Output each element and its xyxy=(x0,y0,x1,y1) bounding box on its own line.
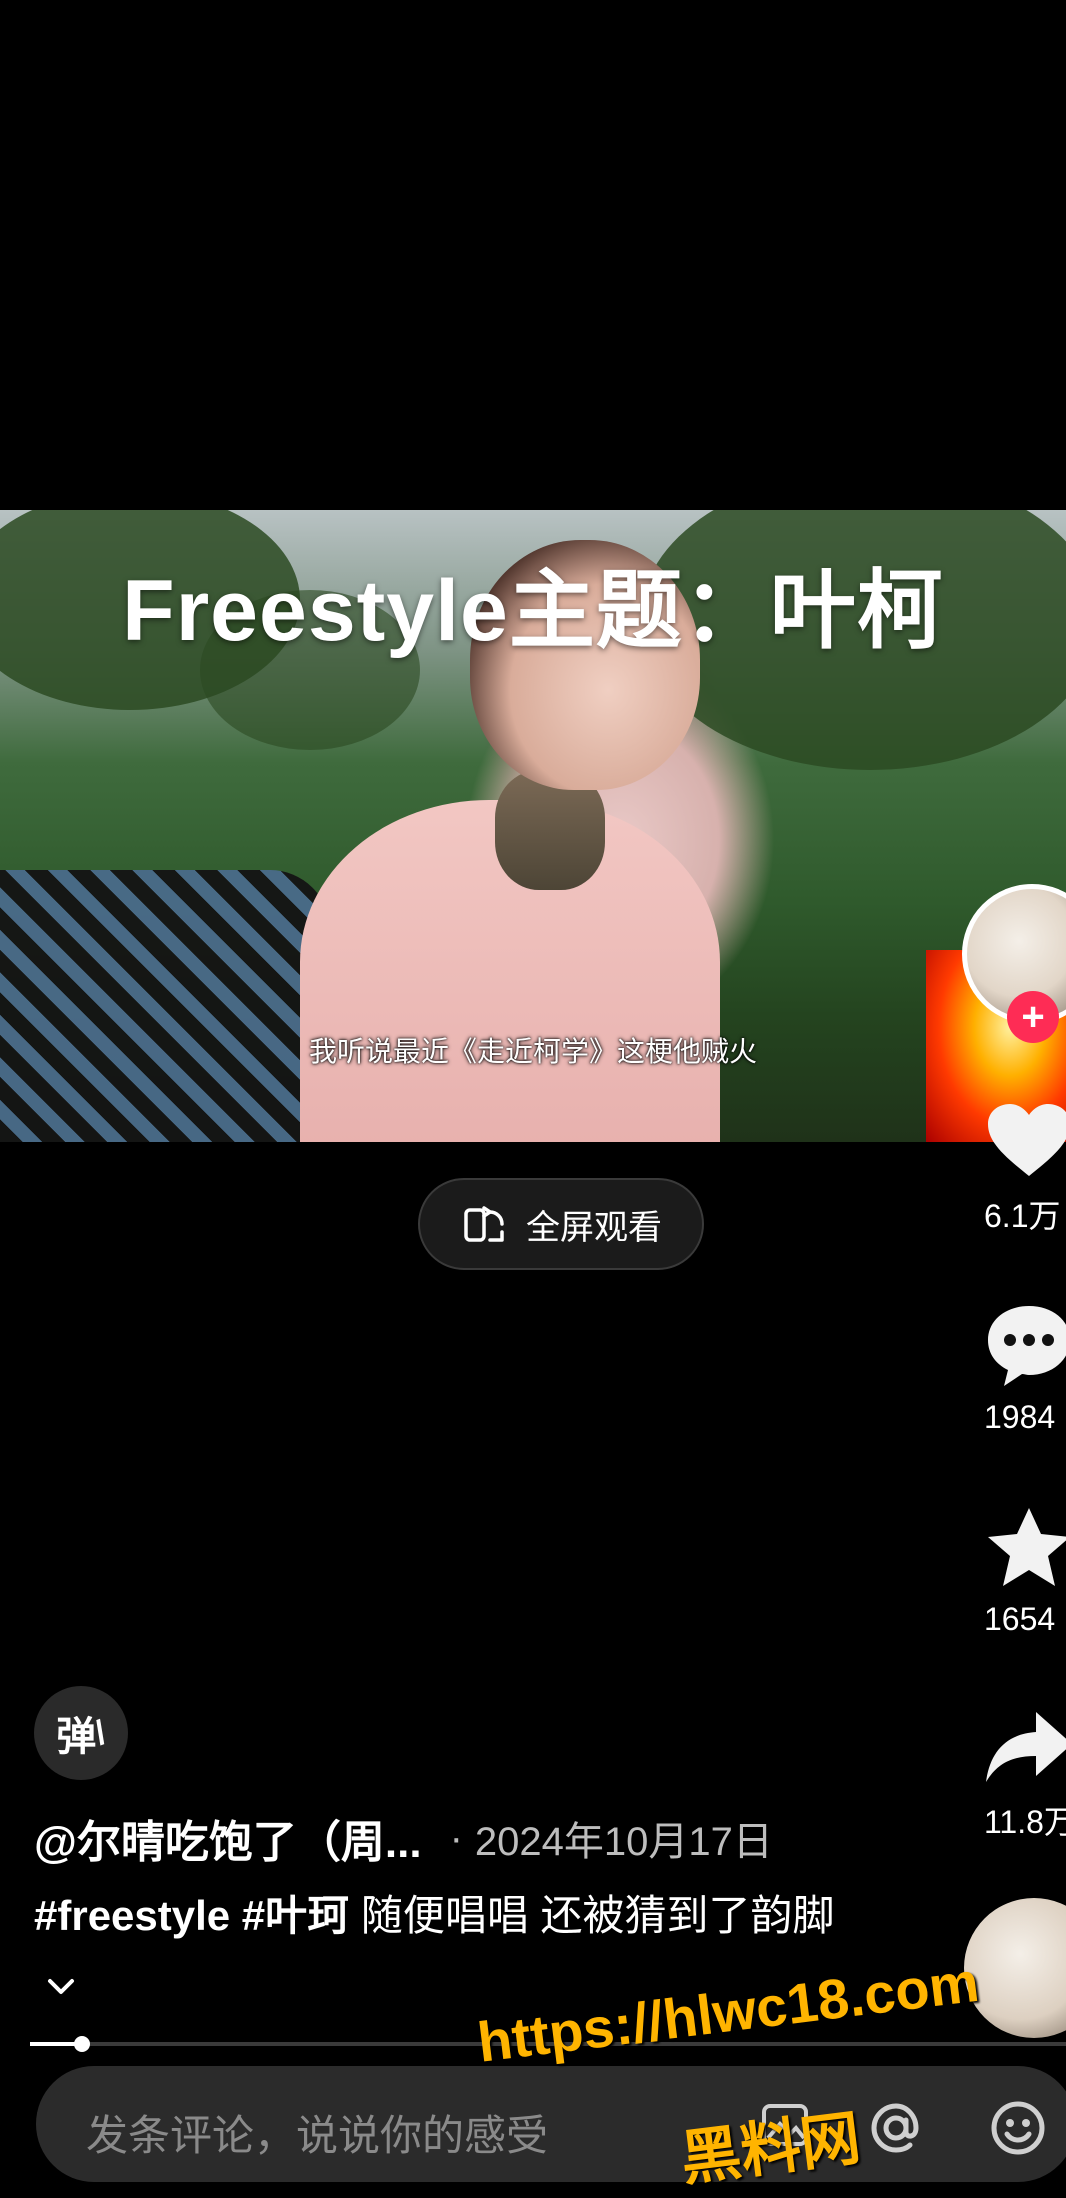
comment-bubble-icon xyxy=(984,1306,1066,1392)
share-arrow-icon xyxy=(984,1712,1066,1790)
video-title-overlay: Freestyle主题：叶柯 xyxy=(122,563,944,659)
favorite-button[interactable]: 1654 xyxy=(984,1504,1066,1638)
description-text: 随便唱唱 还被猜到了韵脚 xyxy=(360,1892,835,1939)
author-name[interactable]: @尔晴吃饱了（周... xyxy=(34,1806,422,1870)
music-disc-avatar[interactable] xyxy=(964,1898,1066,2038)
comment-input-bar[interactable]: 发条评论，说说你的感受 xyxy=(36,2066,1066,2182)
fullscreen-button[interactable]: 全屏观看 xyxy=(418,1178,704,1270)
emoji-icon[interactable] xyxy=(988,2098,1048,2163)
post-date: 2024年10月17日 xyxy=(474,1820,773,1864)
comment-count: 1984 xyxy=(984,1399,1056,1435)
share-button[interactable]: 11.8万 xyxy=(984,1706,1066,1843)
share-count: 11.8万 xyxy=(984,1804,1066,1840)
video-player[interactable]: Freestyle主题：叶柯 我听说最近《走近柯学》这梗他贼火 xyxy=(0,510,1066,1142)
comment-button[interactable]: 1984 xyxy=(984,1302,1066,1436)
follow-button[interactable]: + xyxy=(1007,991,1059,1043)
hashtags[interactable]: #freestyle #叶珂 xyxy=(34,1892,349,1939)
fullscreen-label: 全屏观看 xyxy=(526,1208,662,1247)
bench xyxy=(0,870,330,1142)
like-button[interactable]: 6.1万 xyxy=(984,1100,1066,1237)
star-icon xyxy=(984,1508,1066,1594)
post-date-separator: · xyxy=(449,1815,463,1860)
author-row: @尔晴吃饱了（周... · 2024年10月17日 xyxy=(34,1806,874,1870)
like-count: 6.1万 xyxy=(984,1198,1061,1234)
danmu-toggle-button[interactable]: 弹 / xyxy=(34,1686,128,1780)
video-subtitle: 我听说最近《走近柯学》这梗他贼火 xyxy=(308,1036,757,1067)
mention-at-icon[interactable] xyxy=(866,2098,926,2163)
comment-placeholder[interactable]: 发条评论，说说你的感受 xyxy=(86,2102,548,2163)
progress-knob[interactable] xyxy=(73,2036,90,2052)
favorite-count: 1654 xyxy=(984,1601,1056,1637)
expand-chevron-icon[interactable] xyxy=(46,1951,76,2015)
heart-icon xyxy=(984,1104,1066,1184)
rotate-screen-icon xyxy=(460,1198,508,1251)
danmu-label: 弹 xyxy=(56,1715,97,1759)
